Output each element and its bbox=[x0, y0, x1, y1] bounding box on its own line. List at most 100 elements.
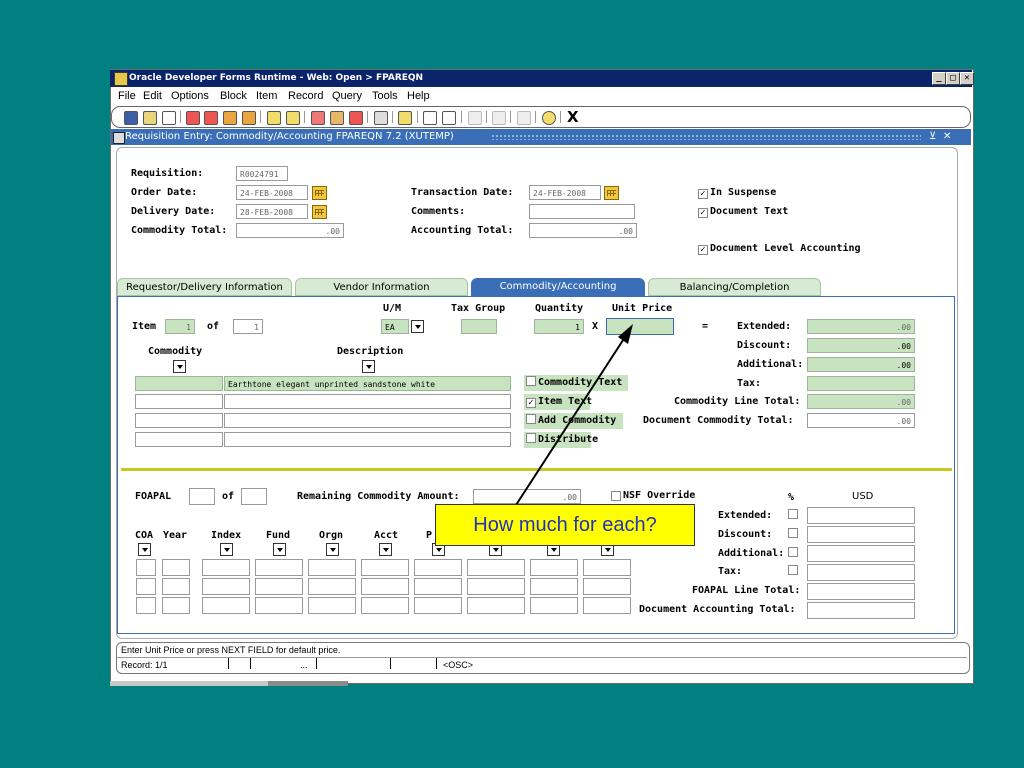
foapal-tax-field[interactable] bbox=[807, 564, 915, 581]
locn-field[interactable] bbox=[530, 578, 578, 595]
enter-query-icon[interactable] bbox=[267, 111, 281, 125]
save-icon[interactable] bbox=[124, 111, 138, 125]
unit-price-field[interactable] bbox=[606, 318, 674, 335]
scrollbar-track[interactable] bbox=[110, 681, 268, 686]
commodity-code-field[interactable] bbox=[135, 413, 223, 428]
acct-field[interactable] bbox=[361, 578, 409, 595]
execute-query-icon[interactable] bbox=[286, 111, 300, 125]
doc-level-accounting-checkbox[interactable]: ✓ bbox=[698, 245, 708, 255]
menu-query[interactable]: Query bbox=[332, 90, 362, 102]
coa-field[interactable] bbox=[136, 597, 156, 614]
in-suspense-checkbox[interactable]: ✓ bbox=[698, 189, 708, 199]
fund-field[interactable] bbox=[255, 559, 303, 576]
index-field[interactable] bbox=[202, 559, 250, 576]
description-dropdown-icon[interactable] bbox=[362, 360, 375, 373]
rollback-icon[interactable] bbox=[143, 111, 157, 125]
cancel-icon[interactable] bbox=[349, 111, 363, 125]
menu-item[interactable]: Item bbox=[256, 90, 277, 102]
additional-percent-checkbox[interactable] bbox=[788, 547, 798, 557]
insert-record-icon[interactable] bbox=[223, 111, 237, 125]
discount-field[interactable]: .00 bbox=[807, 338, 915, 353]
um-dropdown-icon[interactable] bbox=[411, 320, 424, 333]
requisition-field[interactable]: R0024791 bbox=[236, 166, 288, 181]
delivery-date-field[interactable]: 28-FEB-2008 bbox=[236, 204, 308, 219]
menu-file[interactable]: File bbox=[118, 90, 136, 102]
actv-field[interactable] bbox=[467, 559, 525, 576]
orgn-dropdown-icon[interactable] bbox=[326, 543, 339, 556]
transaction-date-calendar-icon[interactable] bbox=[604, 186, 619, 200]
fund-field[interactable] bbox=[255, 597, 303, 614]
foapal-extended-field[interactable] bbox=[807, 507, 915, 524]
distribute-button[interactable]: Distribute bbox=[524, 432, 598, 448]
additional-field[interactable]: .00 bbox=[807, 357, 915, 372]
next-block-icon[interactable] bbox=[186, 111, 200, 125]
nsf-override-checkbox[interactable] bbox=[611, 491, 621, 501]
transaction-date-field[interactable]: 24-FEB-2008 bbox=[529, 185, 601, 200]
help-icon[interactable] bbox=[542, 111, 556, 125]
year-field[interactable] bbox=[162, 578, 190, 595]
delivery-date-calendar-icon[interactable] bbox=[312, 205, 327, 219]
commodity-text-button[interactable]: Commodity Text bbox=[524, 375, 628, 391]
commodity-code-field[interactable] bbox=[135, 376, 223, 391]
orgn-field[interactable] bbox=[308, 559, 356, 576]
discount-percent-checkbox[interactable] bbox=[788, 528, 798, 538]
index-dropdown-icon[interactable] bbox=[220, 543, 233, 556]
fund-field[interactable] bbox=[255, 578, 303, 595]
menu-options[interactable]: Options bbox=[171, 90, 209, 102]
item-text-button[interactable]: ✓ Item Text bbox=[524, 394, 592, 410]
quantity-field[interactable]: 1 bbox=[534, 319, 584, 334]
extended-percent-checkbox[interactable] bbox=[788, 509, 798, 519]
add-commodity-checkbox[interactable] bbox=[526, 414, 536, 424]
import-icon[interactable] bbox=[442, 111, 456, 125]
coa-field[interactable] bbox=[136, 559, 156, 576]
description-field[interactable] bbox=[224, 432, 511, 447]
speaker-icon[interactable] bbox=[468, 111, 482, 125]
close-window-button[interactable]: ✕ bbox=[960, 72, 974, 85]
foapal-additional-field[interactable] bbox=[807, 545, 915, 562]
tab-vendor-information[interactable]: Vendor Information bbox=[295, 278, 468, 296]
calendar-icon[interactable] bbox=[330, 111, 344, 125]
menu-help[interactable]: Help bbox=[407, 90, 430, 102]
tax-group-field[interactable] bbox=[461, 319, 497, 334]
locn-field[interactable] bbox=[530, 597, 578, 614]
print-page-icon[interactable] bbox=[162, 111, 176, 125]
proj-field[interactable] bbox=[583, 578, 631, 595]
document-text-checkbox[interactable]: ✓ bbox=[698, 208, 708, 218]
proj-field[interactable] bbox=[583, 559, 631, 576]
prog-field[interactable] bbox=[414, 578, 462, 595]
maximize-button[interactable]: □ bbox=[946, 72, 960, 85]
form-close-icon[interactable]: ✕ bbox=[943, 129, 951, 145]
link-icon[interactable] bbox=[517, 111, 531, 125]
fund-dropdown-icon[interactable] bbox=[273, 543, 286, 556]
acct-field[interactable] bbox=[361, 559, 409, 576]
menu-edit[interactable]: Edit bbox=[143, 90, 162, 102]
minimize-button[interactable]: _ bbox=[932, 72, 946, 85]
actv-field[interactable] bbox=[467, 578, 525, 595]
actv-field[interactable] bbox=[467, 597, 525, 614]
commodity-code-field[interactable] bbox=[135, 394, 223, 409]
exit-icon[interactable] bbox=[374, 111, 388, 125]
order-date-calendar-icon[interactable] bbox=[312, 186, 327, 200]
index-field[interactable] bbox=[202, 578, 250, 595]
um-field[interactable]: EA bbox=[381, 319, 409, 334]
exit-x-icon[interactable]: X bbox=[567, 108, 579, 126]
menu-record[interactable]: Record bbox=[288, 90, 323, 102]
add-commodity-button[interactable]: Add Commodity bbox=[524, 413, 623, 429]
description-field[interactable] bbox=[224, 394, 511, 409]
acct-field[interactable] bbox=[361, 597, 409, 614]
orgn-field[interactable] bbox=[308, 597, 356, 614]
tab-requestor-delivery[interactable]: Requestor/Delivery Information bbox=[117, 278, 292, 296]
tab-commodity-accounting[interactable]: Commodity/Accounting bbox=[471, 278, 645, 296]
print-icon[interactable] bbox=[398, 111, 412, 125]
year-field[interactable] bbox=[162, 597, 190, 614]
year-field[interactable] bbox=[162, 559, 190, 576]
item-number-field[interactable]: 1 bbox=[165, 319, 195, 334]
globe-icon[interactable] bbox=[492, 111, 506, 125]
description-field[interactable]: Earthtone elegant unprinted sandstone wh… bbox=[224, 376, 511, 391]
prev-block-icon[interactable] bbox=[204, 111, 218, 125]
order-date-field[interactable]: 24-FEB-2008 bbox=[236, 185, 308, 200]
commodity-text-checkbox[interactable] bbox=[526, 376, 536, 386]
prog-field[interactable] bbox=[414, 559, 462, 576]
export-icon[interactable] bbox=[423, 111, 437, 125]
tax-percent-checkbox[interactable] bbox=[788, 565, 798, 575]
